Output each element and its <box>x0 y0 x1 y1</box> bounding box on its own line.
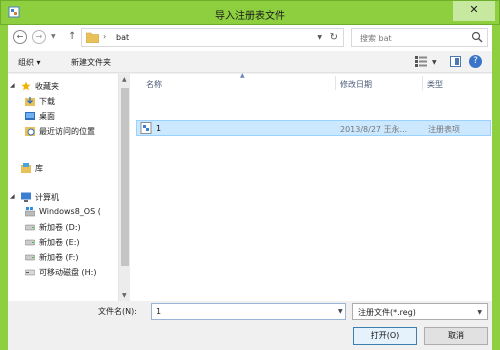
nav-favorites-label: 收藏夹 <box>35 82 59 91</box>
filetype-select[interactable]: 注册文件(*.reg) ▼ <box>352 303 488 320</box>
windows-drive-icon <box>25 207 35 217</box>
window-title: 导入注册表文件 <box>215 11 285 22</box>
view-options-icon[interactable] <box>415 56 427 67</box>
nav-pane-scrollbar[interactable]: ▲ ▼ <box>118 74 130 301</box>
filename-dropdown-icon[interactable]: ▼ <box>338 308 343 315</box>
filename-input[interactable] <box>151 303 346 320</box>
file-modified: 2013/8/27 王永... <box>340 125 408 134</box>
address-row: ← → ▼ ↑ › bat ▼ ↻ 搜索 bat <box>8 25 492 51</box>
collapse-chevron-icon[interactable]: ◢ <box>10 82 15 89</box>
scroll-up-icon[interactable]: ▲ <box>122 76 127 83</box>
nav-libraries-label: 库 <box>35 164 43 173</box>
computer-icon <box>21 192 31 202</box>
search-icon[interactable] <box>471 31 483 43</box>
command-toolbar: 组织 ▾ 新建文件夹 ▼ ? <box>8 51 492 73</box>
star-icon <box>21 81 31 91</box>
nav-item-recent[interactable]: 最近访问的位置 <box>8 124 118 138</box>
close-button[interactable] <box>453 1 495 21</box>
nav-item-label: 新加卷 (E:) <box>39 238 80 247</box>
nav-item-label: 最近访问的位置 <box>39 127 95 136</box>
drive-icon <box>25 254 35 261</box>
cancel-button[interactable]: 取消 <box>424 327 488 345</box>
scroll-down-icon[interactable]: ▼ <box>122 292 127 299</box>
sort-ascending-icon: ▲ <box>240 72 245 79</box>
drive-icon <box>25 239 35 246</box>
dialog-client: ← → ▼ ↑ › bat ▼ ↻ 搜索 bat 组织 ▾ 新建文件夹 ▼ ? … <box>8 25 492 350</box>
removable-drive-icon <box>25 269 35 276</box>
nav-item-downloads[interactable]: 下载 <box>8 94 118 108</box>
view-dropdown-icon[interactable]: ▼ <box>432 59 437 66</box>
nav-item-label: 新加卷 (D:) <box>39 223 81 232</box>
help-icon[interactable]: ? <box>469 55 482 68</box>
dialog-footer: 文件名(N): ▼ 注册文件(*.reg) ▼ 打开(O) 取消 <box>8 301 492 350</box>
nav-item-drive[interactable]: 新加卷 (E:) <box>8 235 118 249</box>
breadcrumb-separator-icon[interactable]: › <box>103 32 106 41</box>
breadcrumb-bat[interactable]: bat <box>116 33 129 42</box>
file-list: ▲ 名称 修改日期 类型 1 2013/8/27 王永... 注册表项 <box>130 72 492 301</box>
nav-item-label: Windows8_OS ( <box>39 207 101 216</box>
nav-libraries[interactable]: 库 <box>8 161 118 175</box>
nav-computer[interactable]: ◢ 计算机 <box>8 190 118 204</box>
file-row[interactable]: 1 2013/8/27 王永... 注册表项 <box>136 120 491 136</box>
search-input[interactable]: 搜索 bat <box>351 28 488 47</box>
forward-button[interactable]: → <box>32 30 46 44</box>
nav-item-drive[interactable]: 新加卷 (D:) <box>8 220 118 234</box>
column-divider[interactable] <box>422 76 423 90</box>
folder-icon <box>86 32 99 43</box>
nav-item-label: 桌面 <box>39 112 55 121</box>
drive-icon <box>25 224 35 231</box>
window-frame-right <box>492 25 500 350</box>
collapse-chevron-icon[interactable]: ◢ <box>10 193 15 200</box>
desktop-icon <box>25 112 35 120</box>
recent-places-icon <box>25 127 35 136</box>
search-placeholder: 搜索 bat <box>360 34 392 43</box>
up-arrow-icon[interactable]: ↑ <box>68 31 76 42</box>
registry-file-icon <box>140 122 152 134</box>
column-header-name[interactable]: ▲ 名称 <box>142 72 332 92</box>
file-name: 1 <box>156 124 162 133</box>
organize-menu[interactable]: 组织 ▾ <box>18 57 41 68</box>
navigation-pane: ◢ 收藏夹 下载 桌面 最近访问的位置 库 ◢ 计算机 Windows8_OS … <box>8 74 118 301</box>
refresh-icon[interactable]: ↻ <box>330 32 338 43</box>
window-frame-left <box>0 25 8 350</box>
address-dropdown-icon[interactable]: ▼ <box>317 34 322 41</box>
library-icon <box>21 163 31 173</box>
back-button[interactable]: ← <box>13 30 27 44</box>
preview-pane-icon[interactable] <box>450 56 461 67</box>
file-type: 注册表项 <box>428 125 460 134</box>
nav-computer-label: 计算机 <box>35 193 59 202</box>
filetype-value: 注册文件(*.reg) <box>358 308 416 317</box>
title-bar: 导入注册表文件 <box>0 0 500 25</box>
column-header-label: 类型 <box>427 80 443 89</box>
nav-item-label: 可移动磁盘 (H:) <box>39 268 97 277</box>
column-header-label: 名称 <box>146 80 162 89</box>
recent-locations-dropdown-icon[interactable]: ▼ <box>51 33 56 40</box>
open-button[interactable]: 打开(O) <box>353 327 417 345</box>
new-folder-button[interactable]: 新建文件夹 <box>71 57 111 68</box>
column-divider[interactable] <box>335 76 336 90</box>
nav-item-label: 新加卷 (F:) <box>39 253 79 262</box>
download-folder-icon <box>25 97 35 106</box>
column-header-type[interactable]: 类型 <box>425 74 490 92</box>
column-header-label: 修改日期 <box>340 80 372 89</box>
filetype-dropdown-icon: ▼ <box>477 309 482 316</box>
nav-favorites[interactable]: ◢ 收藏夹 <box>8 79 118 93</box>
column-header-date[interactable]: 修改日期 <box>338 74 423 92</box>
nav-item-desktop[interactable]: 桌面 <box>8 109 118 123</box>
nav-item-drive[interactable]: 可移动磁盘 (H:) <box>8 265 118 279</box>
nav-item-drive[interactable]: 新加卷 (F:) <box>8 250 118 264</box>
address-bar[interactable]: › bat ▼ ↻ <box>81 28 344 47</box>
filename-label: 文件名(N): <box>98 307 137 316</box>
scroll-thumb[interactable] <box>121 88 129 266</box>
nav-item-label: 下载 <box>39 97 55 106</box>
nav-item-drive[interactable]: Windows8_OS ( <box>8 205 118 219</box>
